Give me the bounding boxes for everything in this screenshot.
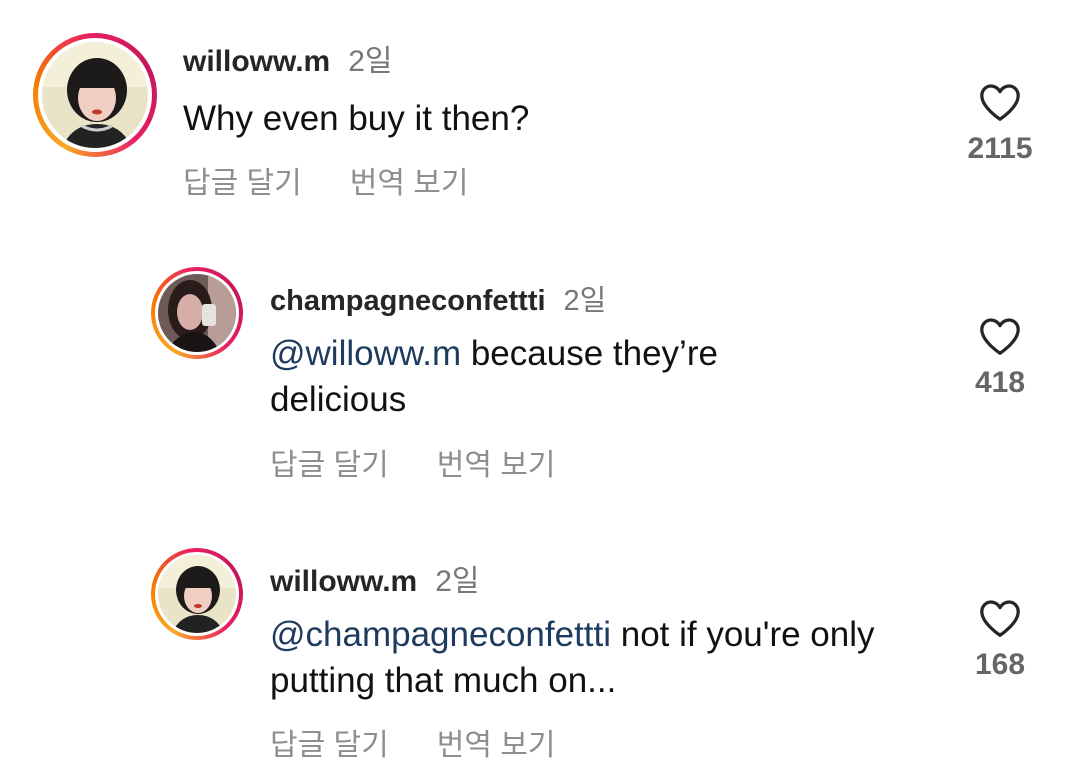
like-count: 168 (974, 648, 1026, 681)
comment-time: 2일 (563, 285, 607, 317)
comment-username[interactable]: willoww.m (183, 45, 330, 79)
translate-button[interactable]: 번역 보기 (437, 440, 556, 484)
reply-button[interactable]: 답글 달기 (183, 158, 302, 202)
comment-text: @champagneconfettti not if you're only p… (270, 612, 890, 704)
avatar-photo (158, 555, 236, 633)
reply-button[interactable]: 답글 달기 (270, 720, 389, 764)
like-control: 418 (960, 316, 1040, 400)
comment-reply: willoww.m 2일 @champagneconfettti not if … (0, 520, 1079, 777)
comment-username[interactable]: champagneconfettti (270, 285, 546, 318)
comment-text: @willoww.m because they’re delicious (270, 331, 810, 423)
comment-time: 2일 (435, 565, 480, 598)
comment-text: Why even buy it then? (183, 96, 903, 142)
heart-outline-icon[interactable] (978, 82, 1022, 122)
avatar-photo (42, 42, 148, 148)
heart-outline-icon[interactable] (978, 598, 1022, 638)
mention-link[interactable]: @champagneconfettti (270, 615, 611, 654)
like-control: 2115 (960, 82, 1040, 166)
translate-button[interactable]: 번역 보기 (350, 158, 469, 202)
like-count: 2115 (967, 132, 1033, 165)
like-control: 168 (960, 598, 1040, 682)
comment-reply: champagneconfettti 2일 @willoww.m because… (0, 240, 1079, 510)
like-count: 418 (974, 366, 1026, 399)
reply-button[interactable]: 답글 달기 (270, 440, 389, 484)
avatar[interactable] (151, 548, 243, 640)
mention-link[interactable]: @willoww.m (270, 334, 461, 373)
comment-body: Why even buy it then? (183, 99, 530, 138)
comment: willoww.m 2일 Why even buy it then? 답글 달기… (0, 0, 1079, 230)
comment-time: 2일 (348, 45, 393, 78)
avatar[interactable] (33, 33, 157, 157)
translate-button[interactable]: 번역 보기 (437, 720, 556, 764)
heart-outline-icon[interactable] (978, 316, 1022, 356)
avatar-photo (158, 274, 236, 352)
avatar[interactable] (151, 267, 243, 359)
comment-username[interactable]: willoww.m (270, 565, 417, 599)
